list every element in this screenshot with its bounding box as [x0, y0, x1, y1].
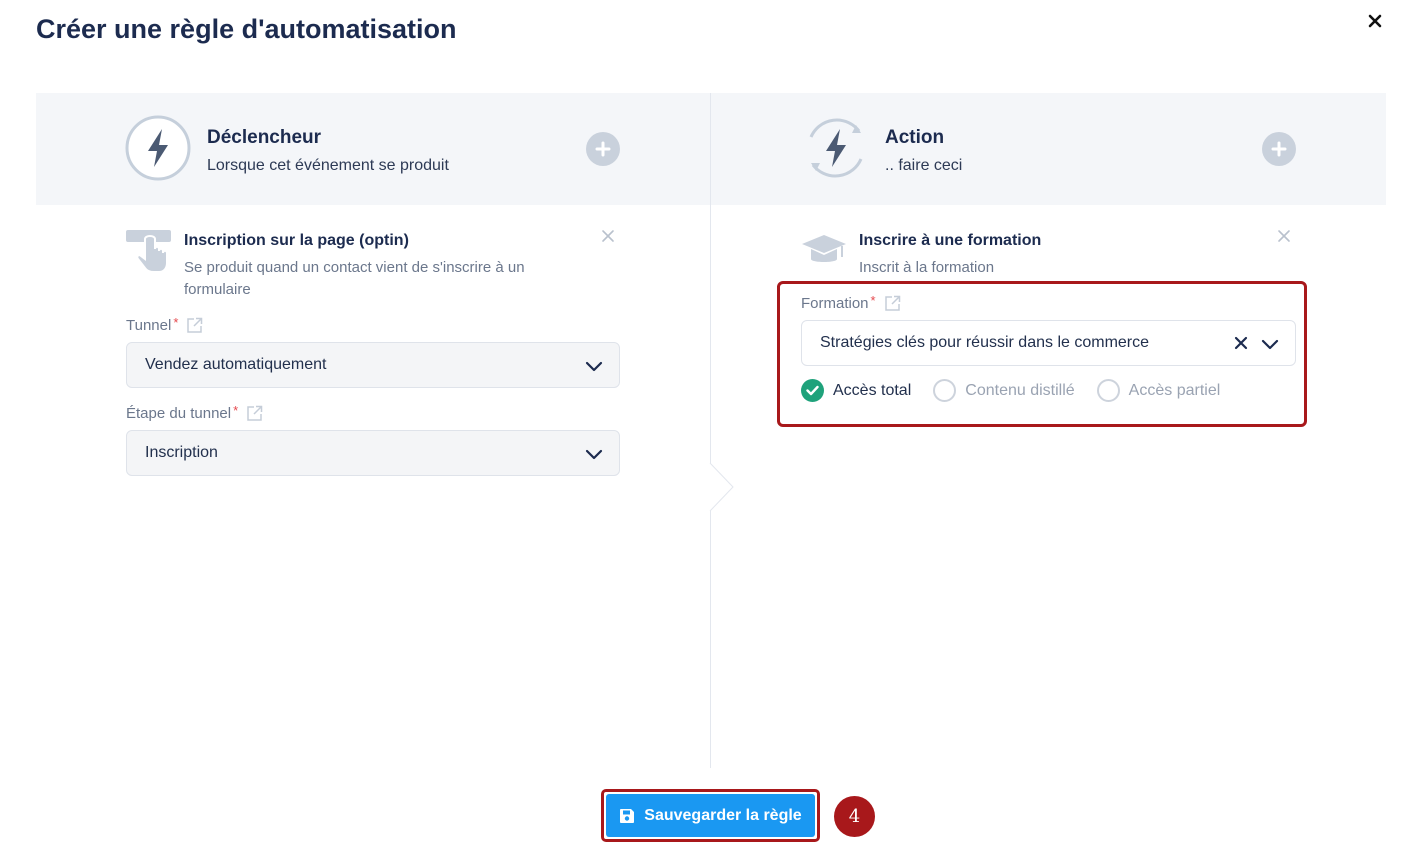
- close-icon: [1368, 14, 1382, 28]
- remove-action-button[interactable]: [1277, 229, 1293, 245]
- check-icon: [801, 379, 824, 402]
- add-trigger-button[interactable]: [586, 132, 620, 166]
- action-card-title: Inscrire à une formation: [859, 232, 1042, 249]
- plus-icon: [1271, 141, 1287, 157]
- divider-arrow: [705, 463, 741, 511]
- trigger-card-description: Se produit quand un contact vient de s'i…: [184, 259, 525, 298]
- required-asterisk: *: [233, 403, 239, 418]
- trigger-lightning-icon: [125, 115, 191, 181]
- formation-label: Formation *: [801, 293, 901, 312]
- plus-icon: [595, 141, 611, 157]
- step-number-badge: 4: [834, 796, 875, 837]
- save-rule-button[interactable]: Sauvegarder la règle: [606, 794, 815, 837]
- action-lightning-icon: [803, 115, 869, 181]
- close-icon: [1278, 230, 1290, 242]
- formation-select[interactable]: Stratégies clés pour réussir dans le com…: [801, 320, 1296, 366]
- funnel-step-select-value: Inscription: [145, 444, 218, 461]
- access-option-label: Accès total: [833, 381, 912, 399]
- clear-icon[interactable]: [1233, 335, 1249, 356]
- access-option-total[interactable]: Accès total: [801, 379, 911, 402]
- chevron-down-icon: [585, 445, 603, 468]
- radio-circle: [933, 379, 957, 402]
- save-rule-label: Sauvegarder la règle: [644, 806, 802, 824]
- action-card-description: Inscrit à la formation: [859, 259, 995, 276]
- radio-circle: [1096, 379, 1120, 402]
- tunnel-select[interactable]: Vendez automatiquement: [126, 342, 620, 388]
- access-option-label: Contenu distillé: [965, 381, 1075, 399]
- required-asterisk: *: [870, 293, 876, 308]
- external-link-icon[interactable]: [246, 405, 263, 422]
- required-asterisk: *: [173, 315, 179, 330]
- close-modal-button[interactable]: [1364, 10, 1386, 32]
- steps-header: [36, 93, 1386, 205]
- trigger-card-title: Inscription sur la page (optin): [184, 232, 409, 249]
- formation-label-text: Formation: [801, 295, 869, 312]
- tunnel-label-text: Tunnel: [126, 317, 172, 334]
- access-option-label: Accès partiel: [1128, 381, 1221, 399]
- funnel-step-label-text: Étape du tunnel: [126, 405, 232, 422]
- formation-select-value: Stratégies clés pour réussir dans le com…: [820, 334, 1150, 351]
- funnel-step-select[interactable]: Inscription: [126, 430, 620, 476]
- action-title: Action: [885, 127, 945, 148]
- close-icon: [602, 230, 614, 242]
- external-link-icon[interactable]: [884, 295, 901, 312]
- funnel-step-label: Étape du tunnel *: [126, 403, 263, 422]
- action-subtitle: .. faire ceci: [885, 157, 963, 174]
- trigger-subtitle: Lorsque cet événement se produit: [207, 157, 449, 174]
- access-option-distilled[interactable]: Contenu distillé: [933, 379, 1075, 402]
- chevron-down-icon: [585, 357, 603, 380]
- external-link-icon[interactable]: [186, 317, 203, 334]
- modal-title: Créer une règle d'automatisation: [36, 14, 457, 44]
- floppy-disk-icon: [619, 808, 635, 824]
- save-button-highlight: Sauvegarder la règle: [601, 789, 820, 842]
- remove-trigger-button[interactable]: [601, 229, 617, 245]
- tunnel-select-value: Vendez automatiquement: [145, 356, 327, 373]
- access-options: Accès total Contenu distillé Accès parti…: [801, 379, 1242, 402]
- chevron-down-icon[interactable]: [1261, 335, 1279, 358]
- trigger-title: Déclencheur: [207, 127, 322, 148]
- tunnel-label: Tunnel *: [126, 315, 203, 334]
- access-option-partial[interactable]: Accès partiel: [1096, 379, 1221, 402]
- add-action-button[interactable]: [1262, 132, 1296, 166]
- pointer-hand-icon: [125, 229, 173, 278]
- graduation-cap-icon: [801, 233, 847, 272]
- column-divider: [710, 93, 711, 768]
